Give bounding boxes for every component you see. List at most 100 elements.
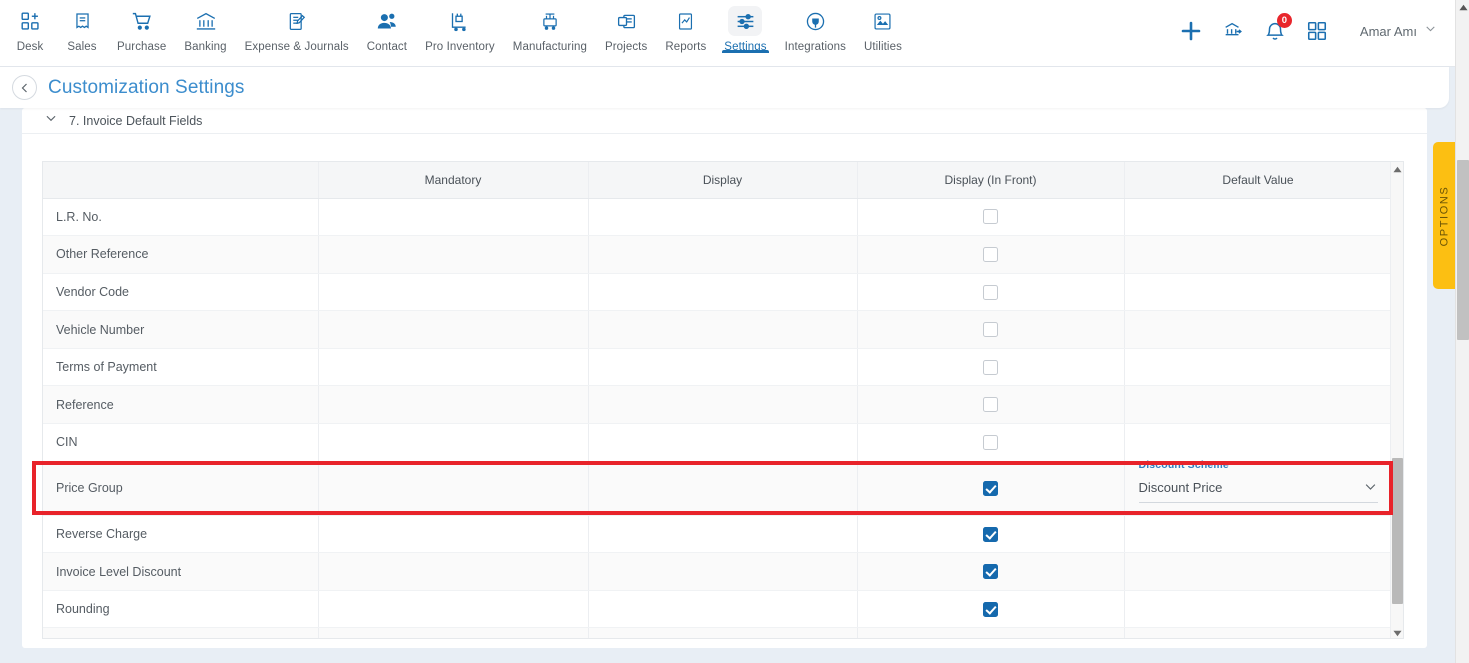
bank-icon <box>189 6 223 36</box>
checkbox-display-in-front[interactable] <box>983 434 998 450</box>
sliders-icon <box>728 6 763 36</box>
nav-label: Purchase <box>117 41 167 53</box>
column-header-field-name[interactable] <box>43 162 319 199</box>
chevron-down-icon[interactable] <box>1363 479 1378 497</box>
nav-item-projects[interactable]: Projects <box>596 0 656 53</box>
table-row-highlighted[interactable]: Price Group Discount Scheme Discount Pri… <box>43 459 1393 516</box>
plug-icon <box>798 6 832 36</box>
user-menu[interactable]: Amar Amı <box>1360 22 1437 40</box>
table-head: Mandatory Display Display (In Front) Def… <box>43 162 1393 199</box>
page-scrollbar[interactable] <box>1455 0 1469 663</box>
cell-display <box>588 461 858 516</box>
table-scrollbar-thumb[interactable] <box>1392 458 1403 604</box>
nav-item-manufacturing[interactable]: Manufacturing <box>504 0 596 53</box>
table-row[interactable] <box>43 627 1393 638</box>
table-row[interactable]: Reference <box>43 385 1393 425</box>
scroll-down-arrow-icon[interactable] <box>1391 626 1403 638</box>
nav-item-purchase[interactable]: Purchase <box>108 0 175 53</box>
section-title: 7. Invoice Default Fields <box>69 113 203 128</box>
nav-item-utilities[interactable]: Utilities <box>855 0 911 53</box>
table-row[interactable]: Other Reference <box>43 235 1393 274</box>
cell-display-in-front <box>857 385 1125 425</box>
nav-item-desk[interactable]: Desk <box>4 0 56 53</box>
cell-mandatory <box>318 590 589 629</box>
cell-default-value <box>1124 198 1393 237</box>
cell-display <box>588 198 858 237</box>
cell-field-name: Other Reference <box>43 235 319 274</box>
cell-mandatory <box>318 627 589 638</box>
cell-default-value <box>1124 348 1393 387</box>
nav-item-contact[interactable]: Contact <box>358 0 416 53</box>
column-header-default-value[interactable]: Default Value <box>1124 162 1393 199</box>
checkbox-display-in-front[interactable] <box>983 246 998 262</box>
table-row[interactable]: CIN <box>43 423 1393 462</box>
notifications-button[interactable]: 0 <box>1256 12 1294 50</box>
discount-scheme-select[interactable]: Discount Scheme Discount Price <box>1138 459 1378 504</box>
fields-table-container: Mandatory Display Display (In Front) Def… <box>42 161 1404 639</box>
add-button[interactable] <box>1172 12 1210 50</box>
desk-grid-plus-icon <box>13 6 47 36</box>
chevron-down-icon[interactable] <box>44 111 58 130</box>
page-title: Customization Settings <box>48 76 245 98</box>
table-row[interactable]: Terms of Payment <box>43 348 1393 387</box>
checkbox-display-in-front[interactable] <box>983 526 998 542</box>
nav-right-actions: 0 Amar Amı <box>1168 0 1455 62</box>
cell-display <box>588 385 858 425</box>
nav-item-sales[interactable]: Sales <box>56 0 108 53</box>
nav-label: Desk <box>16 41 44 53</box>
invoice-default-fields-table: Mandatory Display Display (In Front) Def… <box>43 162 1393 638</box>
cell-field-name: Vendor Code <box>43 273 319 312</box>
checkbox-display-in-front[interactable] <box>983 564 998 580</box>
cell-field-name <box>43 627 319 638</box>
nav-item-integrations[interactable]: Integrations <box>776 0 855 53</box>
options-side-tab[interactable]: OPTIONS <box>1433 142 1455 289</box>
table-row[interactable]: Reverse Charge <box>43 515 1393 554</box>
checkbox-display-in-front[interactable] <box>983 480 998 496</box>
page-scrollbar-thumb[interactable] <box>1457 160 1469 340</box>
cell-field-name: Invoice Level Discount <box>43 552 319 591</box>
table-row[interactable]: Rounding <box>43 590 1393 629</box>
section-header-invoice-default-fields[interactable]: 7. Invoice Default Fields <box>22 108 1427 134</box>
column-header-display[interactable]: Display <box>588 162 858 199</box>
nav-label: Integrations <box>784 41 846 53</box>
nav-label: Reports <box>665 41 707 53</box>
nav-label: Pro Inventory <box>425 41 495 53</box>
table-scrollbar[interactable] <box>1390 162 1403 638</box>
discount-scheme-value: Discount Price <box>1138 480 1223 496</box>
cell-default-value <box>1124 590 1393 629</box>
column-header-mandatory[interactable]: Mandatory <box>318 162 589 199</box>
report-chart-icon <box>669 6 703 36</box>
cell-display-in-front <box>857 348 1125 387</box>
nav-label: Sales <box>67 41 97 53</box>
checkbox-display-in-front[interactable] <box>983 322 998 338</box>
nav-item-reports[interactable]: Reports <box>656 0 715 53</box>
column-header-display-in-front[interactable]: Display (In Front) <box>857 162 1125 199</box>
cell-default-value <box>1124 627 1393 638</box>
nav-item-expense-journals[interactable]: Expense & Journals <box>236 0 358 53</box>
nav-label: Banking <box>184 41 227 53</box>
page-scroll-up-arrow-icon[interactable] <box>1456 0 1469 15</box>
cell-field-name: Rounding <box>43 590 319 629</box>
cell-display-in-front <box>857 273 1125 312</box>
nav-item-pro-inventory[interactable]: Pro Inventory <box>416 0 504 53</box>
nav-items: Desk Sales Purchase Banking Expense & Jo… <box>0 0 911 53</box>
checkbox-display-in-front[interactable] <box>983 359 998 375</box>
nav-item-settings[interactable]: Settings <box>715 0 775 53</box>
back-button[interactable] <box>12 75 37 100</box>
checkbox-display-in-front[interactable] <box>983 601 998 617</box>
table-row[interactable]: Invoice Level Discount <box>43 552 1393 591</box>
scroll-up-arrow-icon[interactable] <box>1391 162 1403 176</box>
checkbox-display-in-front[interactable] <box>983 209 998 225</box>
apps-grid-button[interactable] <box>1298 12 1336 50</box>
checkbox-display-in-front[interactable] <box>983 284 998 300</box>
table-row[interactable]: Vehicle Number <box>43 310 1393 349</box>
cell-mandatory <box>318 515 589 554</box>
bank-transfer-button[interactable] <box>1214 12 1252 50</box>
checkbox-display-in-front[interactable] <box>983 397 998 413</box>
table-row[interactable]: L.R. No. <box>43 198 1393 237</box>
cell-field-name: Price Group <box>43 461 319 516</box>
journal-pen-icon <box>280 6 314 36</box>
cell-default-value <box>1124 423 1393 462</box>
table-row[interactable]: Vendor Code <box>43 273 1393 312</box>
nav-item-banking[interactable]: Banking <box>175 0 235 53</box>
